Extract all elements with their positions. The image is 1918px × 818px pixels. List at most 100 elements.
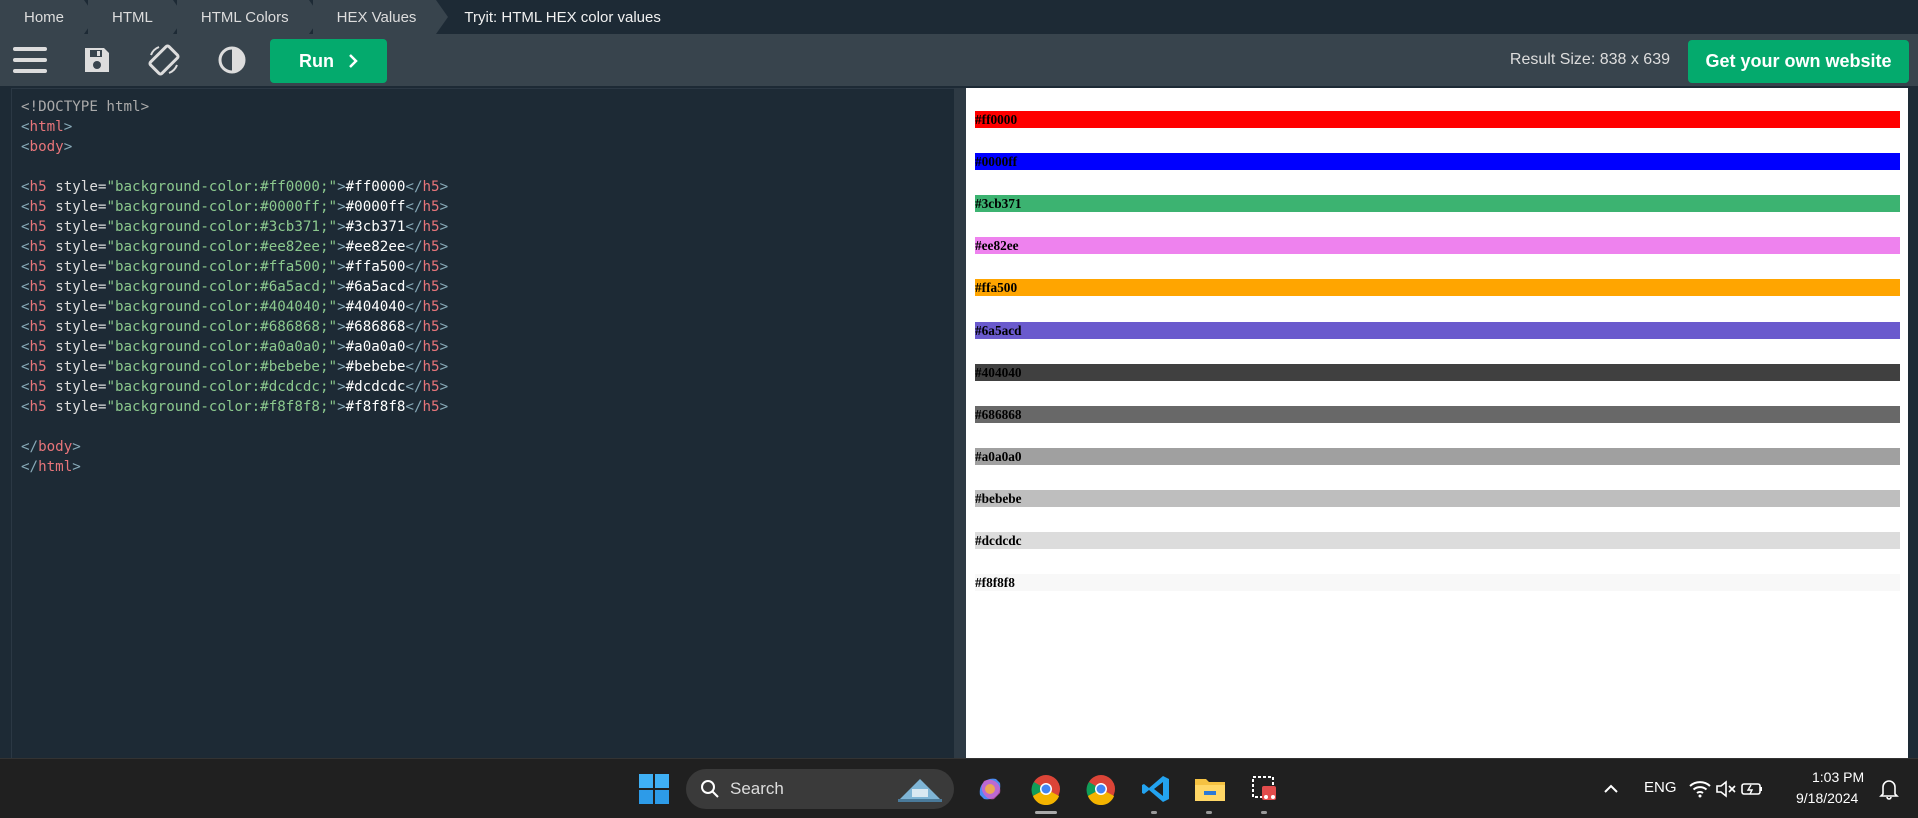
code-h5-tag: h5 — [29, 339, 47, 355]
taskbar-search[interactable]: Search — [686, 769, 954, 809]
code-editor[interactable]: <!DOCTYPE html> <html> <body> <h5 style=… — [11, 88, 956, 760]
code-style-attr: style= — [55, 199, 107, 215]
get-own-website-button[interactable]: Get your own website — [1688, 40, 1909, 83]
show-hidden-icons-chevron-icon[interactable] — [1593, 771, 1629, 807]
result-frame: #ff0000 #0000ff #3cb371 #ee82ee #ffa500 #6a5a… — [966, 88, 1908, 758]
code-style-attr: style= — [55, 399, 107, 415]
search-icon — [701, 780, 719, 798]
code-style-value: "background-color:#bebebe;" — [106, 359, 338, 375]
code-style-attr: style= — [55, 339, 107, 355]
code-h5-text: #ffa500 — [345, 259, 406, 275]
code-h5-text: #bebebe — [345, 359, 406, 375]
code-h5-text: #f8f8f8 — [345, 399, 406, 415]
vscode-running-indicator — [1151, 811, 1157, 814]
code-text[interactable]: <!DOCTYPE html> <html> <body> <h5 style=… — [12, 89, 955, 477]
code-h5-tag: h5 — [422, 299, 440, 315]
breadcrumb-html-colors[interactable]: HTML Colors — [176, 0, 321, 34]
code-style-value: "background-color:#3cb371;" — [106, 219, 338, 235]
code-line: <h5 style="background-color:#3cb371;">#3… — [21, 219, 449, 235]
code-html-tag: html — [29, 119, 64, 135]
code-h5-text: #ee82ee — [345, 239, 406, 255]
chrome-icon[interactable] — [1028, 771, 1064, 807]
code-h5-text: #3cb371 — [345, 219, 406, 235]
code-h5-tag: h5 — [29, 179, 47, 195]
panel-resize-handle[interactable] — [954, 88, 966, 758]
language-indicator[interactable]: ENG — [1644, 779, 1677, 796]
run-button[interactable]: Run — [270, 39, 387, 83]
color-swatch-row: #6a5acd — [975, 321, 1900, 339]
color-swatch-row: #404040 — [975, 363, 1900, 381]
code-style-value: "background-color:#6a5acd;" — [106, 279, 338, 295]
color-swatch-row: #f8f8f8 — [975, 574, 1900, 592]
dark-mode-toggle-icon[interactable] — [212, 40, 252, 80]
code-style-value: "background-color:#a0a0a0;" — [106, 339, 338, 355]
code-line: <h5 style="background-color:#ffa500;">#f… — [21, 259, 449, 275]
code-h5-text: #686868 — [345, 319, 406, 335]
battery-charging-icon[interactable] — [1739, 771, 1765, 807]
code-h5-tag: h5 — [422, 259, 440, 275]
color-swatch-row: #0000ff — [975, 153, 1900, 171]
notification-bell-icon[interactable] — [1874, 771, 1904, 807]
code-html-close-tag: html — [38, 459, 73, 475]
chevron-right-icon — [349, 54, 358, 68]
vscode-icon[interactable] — [1138, 771, 1174, 807]
code-style-attr: style= — [55, 219, 107, 235]
code-style-attr: style= — [55, 239, 107, 255]
color-swatch-row: #dcdcdc — [975, 532, 1900, 549]
breadcrumb-home[interactable]: Home — [0, 0, 97, 34]
code-h5-tag: h5 — [422, 379, 440, 395]
rotate-layout-icon[interactable] — [144, 40, 184, 80]
code-h5-tag: h5 — [422, 179, 440, 195]
search-label: Search — [730, 779, 784, 798]
code-h5-tag: h5 — [422, 279, 440, 295]
color-swatch-row: #bebebe — [975, 489, 1900, 507]
code-line: <h5 style="background-color:#bebebe;">#b… — [21, 359, 449, 375]
code-line: <h5 style="background-color:#f8f8f8;">#f… — [21, 399, 449, 415]
code-h5-tag: h5 — [29, 379, 47, 395]
code-style-attr: style= — [55, 179, 107, 195]
code-h5-tag: h5 — [422, 239, 440, 255]
code-body-tag: body — [29, 139, 64, 155]
search-highlight-icon — [898, 779, 942, 802]
code-h5-tag: h5 — [29, 219, 47, 235]
explorer-running-indicator — [1206, 811, 1212, 814]
snipping-tool-icon[interactable] — [1247, 771, 1283, 807]
breadcrumb: Home HTML HTML Colors HEX Values Tryit: … — [0, 0, 1918, 34]
code-line: <h5 style="background-color:#0000ff;">#0… — [21, 199, 449, 215]
windows-start-icon[interactable] — [636, 771, 672, 807]
code-body-close-tag: body — [38, 439, 73, 455]
chrome-profile-icon[interactable] — [1083, 771, 1119, 807]
breadcrumb-html[interactable]: HTML — [88, 0, 185, 34]
breadcrumb-hex-values[interactable]: HEX Values — [312, 0, 449, 34]
code-style-attr: style= — [55, 279, 107, 295]
code-line: <h5 style="background-color:#6a5acd;">#6… — [21, 279, 449, 295]
run-button-label: Run — [299, 50, 334, 71]
breadcrumb-current-page: Tryit: HTML HEX color values — [464, 8, 661, 26]
clock-time[interactable]: 1:03 PM — [1812, 769, 1864, 785]
menu-icon[interactable] — [10, 40, 50, 80]
code-style-attr: style= — [55, 379, 107, 395]
code-h5-tag: h5 — [422, 319, 440, 335]
code-style-attr: style= — [55, 319, 107, 335]
taskbar: Search ENG 1:03 PM 9/18/2024 — [0, 758, 1918, 818]
code-h5-tag: h5 — [29, 359, 47, 375]
code-h5-text: #404040 — [345, 299, 406, 315]
wifi-icon[interactable] — [1687, 771, 1713, 807]
code-style-attr: style= — [55, 259, 107, 275]
clock-date[interactable]: 9/18/2024 — [1796, 790, 1858, 806]
save-icon[interactable] — [77, 40, 117, 80]
code-line: <h5 style="background-color:#ff0000;">#f… — [21, 179, 449, 195]
code-doctype: <!DOCTYPE html> — [21, 99, 150, 115]
copilot-icon[interactable] — [972, 771, 1008, 807]
chrome-active-indicator — [1035, 811, 1057, 814]
volume-muted-icon[interactable] — [1713, 771, 1739, 807]
snipping-running-indicator — [1261, 811, 1267, 814]
code-style-value: "background-color:#ff0000;" — [106, 179, 338, 195]
file-explorer-icon[interactable] — [1192, 771, 1228, 807]
code-h5-text: #a0a0a0 — [345, 339, 406, 355]
color-swatch-row: #ee82ee — [975, 237, 1900, 255]
color-swatch-row: #3cb371 — [975, 195, 1900, 213]
code-line: <h5 style="background-color:#ee82ee;">#e… — [21, 239, 449, 255]
color-swatch-row: #ff0000 — [975, 111, 1900, 128]
code-style-value: "background-color:#404040;" — [106, 299, 338, 315]
